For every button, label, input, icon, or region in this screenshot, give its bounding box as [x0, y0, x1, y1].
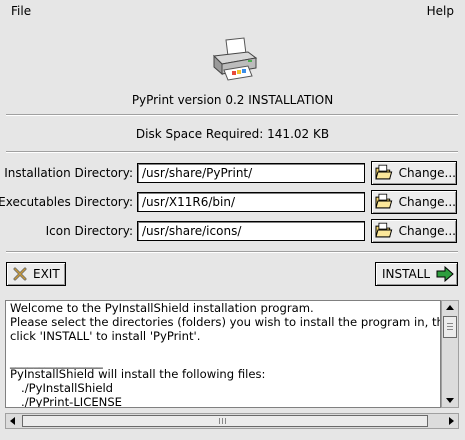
separator — [6, 251, 458, 253]
executables-directory-input[interactable]: /usr/X11R6/bin/ — [137, 192, 365, 212]
change-button-label: Change... — [398, 166, 456, 180]
arrow-right-icon — [436, 266, 454, 282]
menu-help[interactable]: Help — [427, 4, 454, 18]
vertical-scrollbar[interactable] — [441, 300, 459, 408]
menu-file[interactable]: File — [11, 4, 31, 18]
folder-open-icon — [375, 222, 393, 238]
info-text-line: ./PyInstallShield — [10, 381, 114, 395]
disk-space-label: Disk Space Required: 141.02 KB — [135, 127, 330, 141]
scroll-thumb[interactable] — [443, 316, 457, 338]
installation-directory-input[interactable]: /usr/share/PyPrint/ — [137, 163, 365, 183]
menu-bar: File Help — [0, 0, 465, 24]
scroll-up-arrow[interactable] — [442, 301, 458, 315]
close-x-icon — [13, 267, 27, 281]
info-text-line: Please select the directories (folders) … — [10, 315, 441, 329]
info-text-line: PyInstallShield will install the followi… — [10, 367, 266, 381]
change-button-label: Change... — [398, 195, 456, 209]
executables-directory-label: Executables Directory: — [0, 195, 133, 209]
install-label: INSTALL — [382, 267, 431, 281]
change-installation-directory-button[interactable]: Change... — [371, 161, 457, 185]
folder-open-icon — [375, 164, 393, 180]
scroll-right-arrow[interactable] — [444, 414, 458, 428]
folder-open-icon — [375, 193, 393, 209]
info-text-line: ________________ — [10, 355, 103, 369]
info-text-line: ./PyPrint-LICENSE — [10, 395, 123, 408]
info-text-line: Welcome to the PyInstallShield installat… — [10, 301, 314, 315]
change-icon-directory-button[interactable]: Change... — [371, 219, 457, 243]
icon-directory-label: Icon Directory: — [45, 224, 133, 238]
change-button-label: Change... — [398, 224, 456, 238]
exit-label: EXIT — [33, 267, 60, 281]
installation-directory-label: Installation Directory: — [4, 166, 133, 180]
separator — [6, 151, 458, 153]
change-executables-directory-button[interactable]: Change... — [371, 190, 457, 214]
install-title: PyPrint version 0.2 INSTALLATION — [131, 93, 334, 107]
scroll-left-arrow[interactable] — [6, 414, 20, 428]
info-text-pane[interactable]: Welcome to the PyInstallShield installat… — [5, 300, 441, 408]
horizontal-scrollbar[interactable] — [5, 413, 459, 429]
printer-icon — [208, 36, 260, 82]
icon-directory-input[interactable]: /usr/share/icons/ — [137, 221, 365, 241]
scroll-down-arrow[interactable] — [442, 393, 458, 407]
install-button[interactable]: INSTALL — [375, 262, 458, 286]
scroll-thumb[interactable] — [22, 415, 428, 427]
info-text-line: click 'INSTALL' to install 'PyPrint'. — [10, 329, 201, 343]
separator — [6, 114, 458, 116]
exit-button[interactable]: EXIT — [6, 262, 66, 286]
